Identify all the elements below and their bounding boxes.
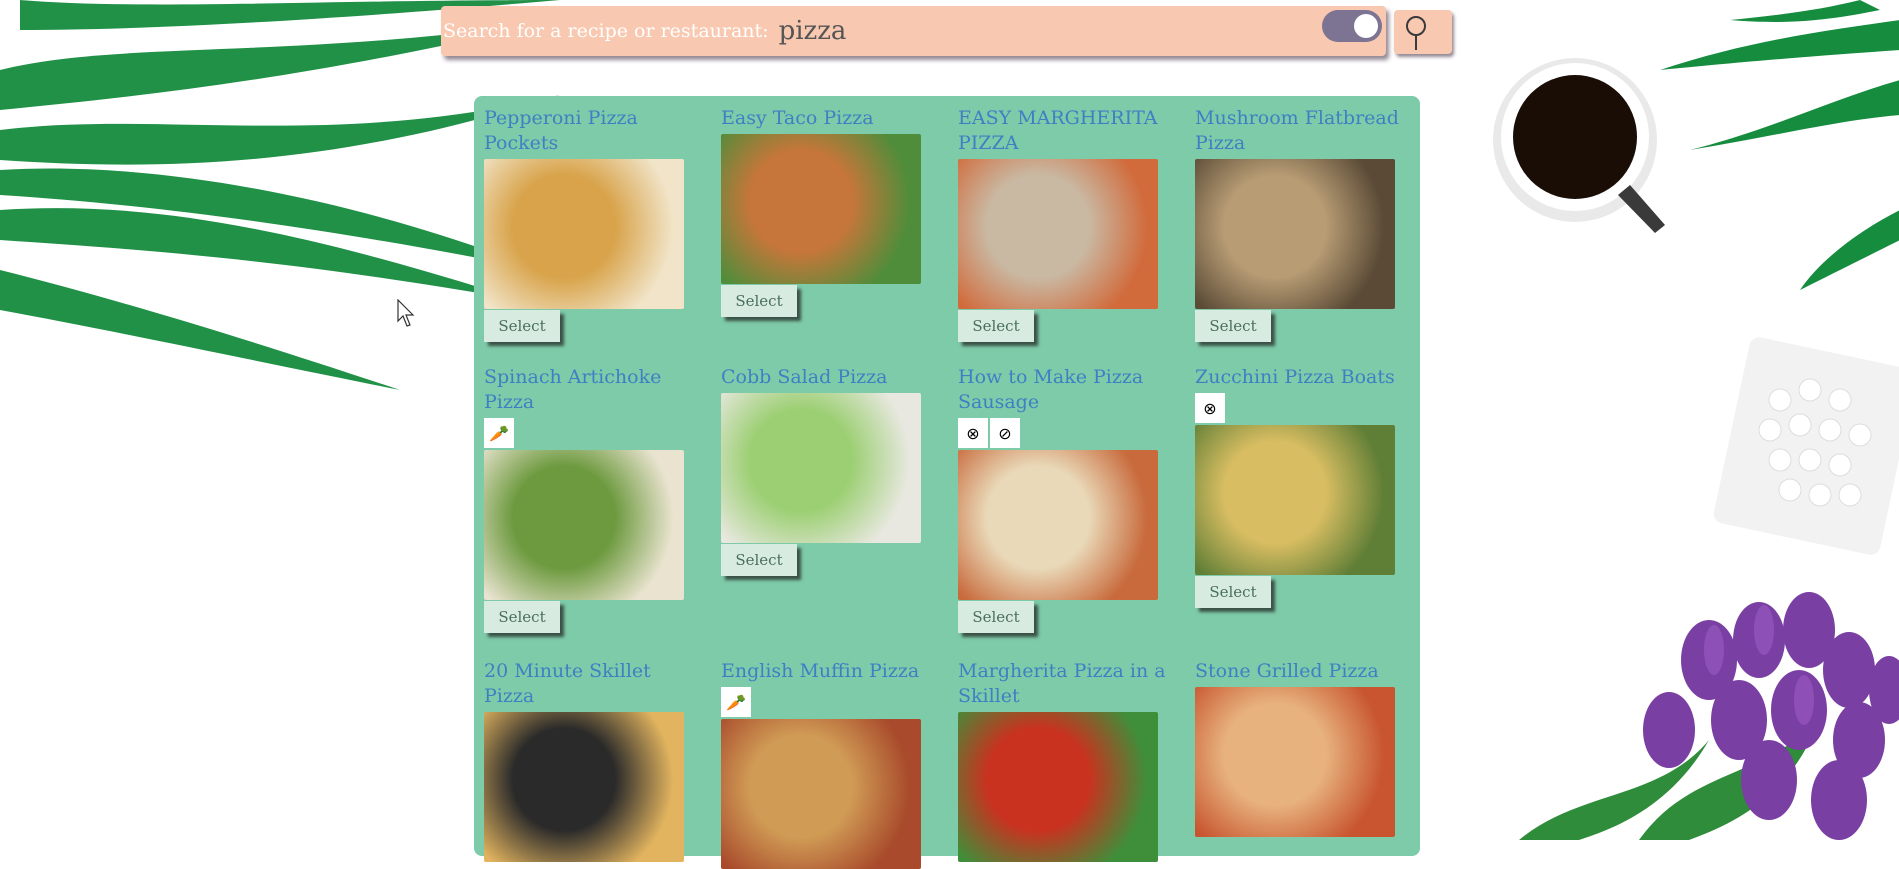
select-button[interactable]: Select bbox=[1195, 310, 1271, 342]
recipe-image bbox=[958, 450, 1158, 600]
recipe-title[interactable]: EASY MARGHERITA PIZZA bbox=[958, 106, 1178, 156]
vegetarian-icon: 🥕 bbox=[484, 418, 514, 448]
diet-badges: 🥕 bbox=[721, 687, 941, 717]
recipe-image bbox=[484, 159, 684, 309]
tulips-decoration bbox=[1519, 592, 1899, 840]
recipe-card: EASY MARGHERITA PIZZA Select bbox=[958, 106, 1178, 342]
recipe-title[interactable]: Zucchini Pizza Boats bbox=[1195, 365, 1415, 390]
recipe-title[interactable]: Stone Grilled Pizza bbox=[1195, 659, 1415, 684]
recipe-card: Margherita Pizza in a Skillet bbox=[958, 659, 1178, 862]
sugar-cubes-decoration bbox=[1713, 337, 1899, 555]
vegetarian-icon: 🥕 bbox=[721, 687, 751, 717]
select-button[interactable]: Select bbox=[484, 601, 560, 633]
recipe-title[interactable]: Pepperoni Pizza Pockets bbox=[484, 106, 704, 156]
mouse-cursor-icon bbox=[397, 299, 415, 327]
magnifier-icon bbox=[1406, 16, 1426, 50]
recipe-title[interactable]: English Muffin Pizza bbox=[721, 659, 941, 684]
diet-badges: 🥕 bbox=[484, 418, 704, 448]
diet-badges: ⊗ ⊘ bbox=[958, 418, 1178, 448]
search-input[interactable] bbox=[778, 16, 1339, 46]
recipe-title[interactable]: How to Make Pizza Sausage bbox=[958, 365, 1178, 415]
recipe-image bbox=[721, 393, 921, 543]
search-mode-toggle[interactable] bbox=[1322, 10, 1382, 42]
recipe-image bbox=[721, 719, 921, 869]
recipe-title[interactable]: Margherita Pizza in a Skillet bbox=[958, 659, 1178, 709]
toggle-knob bbox=[1354, 14, 1378, 38]
recipe-title[interactable]: Spinach Artichoke Pizza bbox=[484, 365, 704, 415]
recipe-card: 20 Minute Skillet Pizza bbox=[484, 659, 704, 862]
recipe-image bbox=[484, 712, 684, 862]
recipe-card: Spinach Artichoke Pizza 🥕 Select bbox=[484, 365, 704, 633]
search-button[interactable] bbox=[1394, 10, 1452, 54]
select-button[interactable]: Select bbox=[958, 310, 1034, 342]
coffee-cup-decoration bbox=[1493, 58, 1665, 233]
results-panel: Pepperoni Pizza Pockets Select Easy Taco P… bbox=[474, 96, 1420, 869]
recipe-title[interactable]: Cobb Salad Pizza bbox=[721, 365, 941, 390]
recipe-image bbox=[1195, 425, 1395, 575]
recipe-title[interactable]: 20 Minute Skillet Pizza bbox=[484, 659, 704, 709]
gluten-free-icon: ⊗ bbox=[1195, 393, 1225, 423]
recipe-card: Pepperoni Pizza Pockets Select bbox=[484, 106, 704, 342]
select-button[interactable]: Select bbox=[721, 285, 797, 317]
recipe-card: Zucchini Pizza Boats ⊗ Select bbox=[1195, 365, 1415, 608]
recipe-image bbox=[958, 159, 1158, 309]
select-button[interactable]: Select bbox=[721, 544, 797, 576]
select-button[interactable]: Select bbox=[958, 601, 1034, 633]
recipe-card: Mushroom Flatbread Pizza Select bbox=[1195, 106, 1415, 342]
recipe-title[interactable]: Mushroom Flatbread Pizza bbox=[1195, 106, 1415, 156]
recipe-card: English Muffin Pizza 🥕 bbox=[721, 659, 941, 869]
recipe-title[interactable]: Easy Taco Pizza bbox=[721, 106, 941, 131]
recipe-image bbox=[958, 712, 1158, 862]
select-button[interactable]: Select bbox=[484, 310, 560, 342]
search-label: Search for a recipe or restaurant: bbox=[443, 20, 769, 42]
dairy-free-icon: ⊘ bbox=[990, 418, 1020, 448]
gluten-free-icon: ⊗ bbox=[958, 418, 988, 448]
recipe-card: Easy Taco Pizza Select bbox=[721, 106, 941, 317]
select-button[interactable]: Select bbox=[1195, 576, 1271, 608]
recipe-image bbox=[484, 450, 684, 600]
recipe-image bbox=[1195, 687, 1395, 837]
diet-badges: ⊗ bbox=[1195, 393, 1415, 423]
recipe-image bbox=[1195, 159, 1395, 309]
recipe-card: Stone Grilled Pizza bbox=[1195, 659, 1415, 837]
search-bar: Search for a recipe or restaurant: bbox=[441, 6, 1452, 56]
recipe-card: How to Make Pizza Sausage ⊗ ⊘ Select bbox=[958, 365, 1178, 633]
recipe-card: Cobb Salad Pizza Select bbox=[721, 365, 941, 576]
recipe-image bbox=[721, 134, 921, 284]
